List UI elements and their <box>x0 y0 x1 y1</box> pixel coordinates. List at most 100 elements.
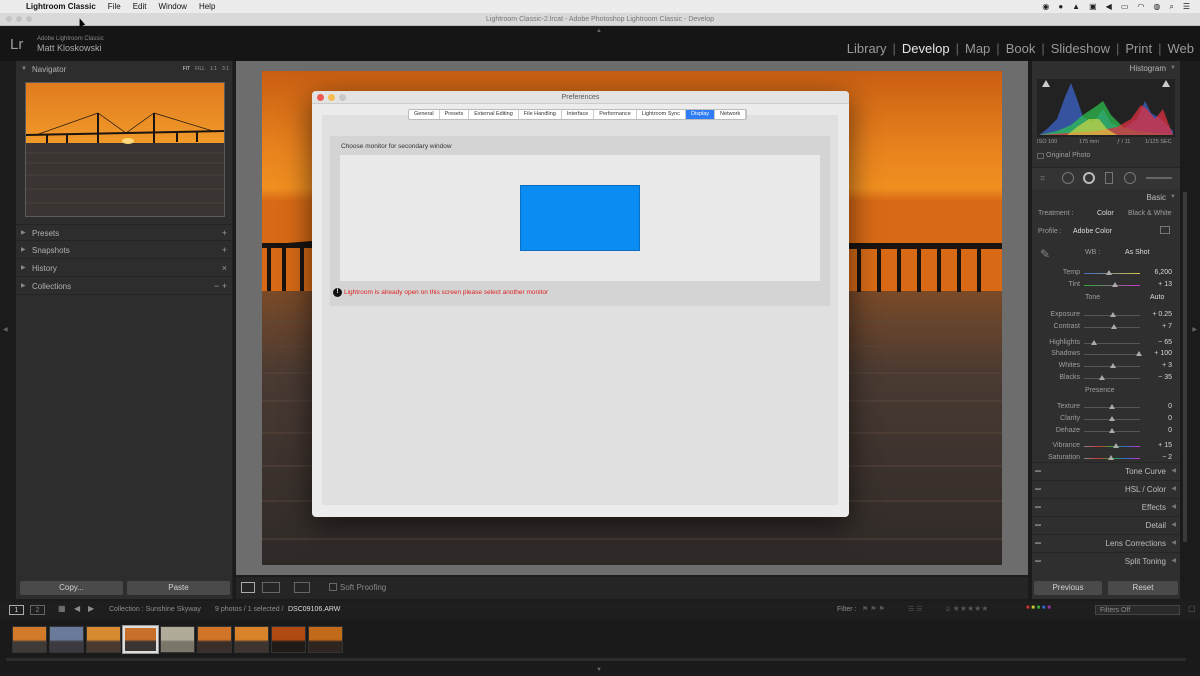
treatment-bw[interactable]: Black & White <box>1128 210 1172 217</box>
list-icon[interactable]: ☰ <box>1183 2 1190 11</box>
collections-actions-icon[interactable]: − + <box>214 278 227 295</box>
spot-removal-icon[interactable] <box>1062 172 1074 184</box>
dehaze-slider-handle[interactable] <box>1109 428 1115 433</box>
monitor-screen[interactable] <box>520 185 640 251</box>
presets-header[interactable]: ▶ Presets + <box>16 224 233 241</box>
selected-filename[interactable]: DSC09106.ARW <box>288 606 340 613</box>
search-icon[interactable]: ⌕ <box>1169 2 1173 12</box>
highlights-slider-handle[interactable] <box>1090 340 1097 345</box>
notification-icon[interactable]: ▲ <box>1072 2 1080 11</box>
display-icon[interactable]: ▭ <box>1121 2 1129 11</box>
shadows-slider[interactable] <box>1084 354 1140 355</box>
eye-icon[interactable]: ▬ <box>1035 535 1041 552</box>
drop-icon[interactable]: ● <box>1058 2 1063 11</box>
paste-button[interactable]: Paste <box>127 581 230 595</box>
grid-icon[interactable]: ▦ <box>58 604 66 613</box>
menu-window[interactable]: Window <box>158 2 186 11</box>
dialog-titlebar[interactable]: Preferences <box>312 91 849 104</box>
temp-slider-handle[interactable] <box>1106 270 1113 275</box>
vibrance-value[interactable]: + 15 <box>1142 442 1172 449</box>
tab-general[interactable]: General <box>409 110 440 119</box>
filmstrip-thumbnail[interactable] <box>234 626 269 653</box>
tab-interface[interactable]: Interface <box>562 110 595 119</box>
user-icon[interactable]: ◍ <box>1153 2 1160 11</box>
collapse-icon[interactable]: ▼ <box>1170 194 1176 200</box>
blacks-slider[interactable] <box>1084 378 1140 379</box>
collections-header[interactable]: ▶ Collections − + <box>16 278 233 295</box>
texture-slider-handle[interactable] <box>1109 404 1115 409</box>
soft-proofing-checkbox[interactable] <box>329 583 337 591</box>
module-map[interactable]: Map <box>965 41 990 56</box>
section-effects[interactable]: ▬ Effects ◀ <box>1032 498 1180 515</box>
menu-help[interactable]: Help <box>199 2 215 11</box>
basic-title[interactable]: Basic <box>1146 193 1166 202</box>
bottom-panel-toggle-icon[interactable]: ▼ <box>596 667 602 673</box>
original-photo-checkbox[interactable] <box>1037 153 1044 159</box>
shadows-value[interactable]: + 100 <box>1142 350 1172 357</box>
forward-arrow-icon[interactable]: ▶ <box>88 604 94 613</box>
wb-eyedropper-icon[interactable]: ✎ <box>1040 247 1050 261</box>
filmstrip-thumbnail[interactable] <box>197 626 232 653</box>
previous-button[interactable]: Previous <box>1034 581 1102 595</box>
window-controls[interactable] <box>6 16 32 22</box>
eye-icon[interactable]: ▬ <box>1035 481 1041 498</box>
module-book[interactable]: Book <box>1006 41 1036 56</box>
minimize-icon[interactable] <box>328 94 335 101</box>
menu-app-name[interactable]: Lightroom Classic <box>26 2 96 11</box>
whites-slider-handle[interactable] <box>1109 363 1116 368</box>
menu-file[interactable]: File <box>108 2 121 11</box>
saturation-slider-handle[interactable] <box>1108 455 1115 460</box>
menu-edit[interactable]: Edit <box>133 2 147 11</box>
zoom-icon[interactable] <box>339 94 346 101</box>
close-icon[interactable] <box>317 94 324 101</box>
module-develop[interactable]: Develop <box>902 41 950 56</box>
tab-network[interactable]: Network <box>715 110 747 119</box>
exposure-value[interactable]: + 0.25 <box>1142 311 1172 318</box>
contrast-slider-handle[interactable] <box>1110 324 1117 329</box>
module-web[interactable]: Web <box>1168 41 1195 56</box>
add-snapshot-icon[interactable]: + <box>222 242 227 259</box>
whites-value[interactable]: + 3 <box>1142 362 1172 369</box>
blacks-value[interactable]: − 35 <box>1142 374 1172 381</box>
collapse-icon[interactable]: ▼ <box>1170 65 1176 71</box>
before-after-icon[interactable] <box>262 582 280 593</box>
tab-lightroom-sync[interactable]: Lightroom Sync <box>637 110 686 119</box>
tint-value[interactable]: + 13 <box>1142 281 1172 288</box>
red-eye-icon[interactable] <box>1083 172 1095 184</box>
dehaze-value[interactable]: 0 <box>1142 427 1172 434</box>
radial-filter-icon[interactable] <box>1124 172 1136 184</box>
module-print[interactable]: Print <box>1125 41 1152 56</box>
tint-slider-handle[interactable] <box>1111 282 1118 287</box>
zoom-fill[interactable]: FILL <box>195 61 205 78</box>
lock-icon[interactable]: ▢ <box>1188 604 1196 613</box>
back-arrow-icon[interactable]: ◀ <box>74 604 80 613</box>
add-preset-icon[interactable]: + <box>222 225 227 242</box>
clarity-value[interactable]: 0 <box>1142 415 1172 422</box>
wb-value[interactable]: As Shot <box>1125 249 1150 256</box>
clarity-slider-handle[interactable] <box>1109 416 1115 421</box>
shadows-slider-handle[interactable] <box>1135 351 1142 356</box>
section-tone-curve[interactable]: ▬ Tone Curve ◀ <box>1032 462 1180 479</box>
filmstrip-thumbnail[interactable] <box>12 626 47 653</box>
zoom-3to1[interactable]: 3:1 <box>222 61 229 78</box>
tab-performance[interactable]: Performance <box>594 110 637 119</box>
before-after-mode-icon[interactable] <box>294 582 310 593</box>
reset-button[interactable]: Reset <box>1108 581 1178 595</box>
secondary-window-button[interactable]: 2 <box>30 605 45 615</box>
profile-value[interactable]: Adobe Color <box>1073 228 1112 235</box>
treatment-color[interactable]: Color <box>1097 210 1114 217</box>
filmstrip-thumbnail[interactable] <box>86 626 121 653</box>
temp-value[interactable]: 6,200 <box>1142 269 1172 276</box>
filter-preset-select[interactable]: Filters Off <box>1095 605 1180 615</box>
adjustment-brush-icon[interactable] <box>1146 177 1172 179</box>
profile-browser-icon[interactable] <box>1160 226 1170 234</box>
top-panel-toggle-icon[interactable]: ▲ <box>596 28 602 34</box>
section-detail[interactable]: ▬ Detail ◀ <box>1032 516 1180 533</box>
edit-filter-icons[interactable]: ☰ ☰ <box>908 605 923 613</box>
section-split-toning[interactable]: ▬ Split Toning ◀ <box>1032 552 1180 569</box>
section-lens-corrections[interactable]: ▬ Lens Corrections ◀ <box>1032 534 1180 551</box>
history-header[interactable]: ▶ History × <box>16 260 233 277</box>
histogram-graph[interactable] <box>1037 79 1175 137</box>
blacks-slider-handle[interactable] <box>1098 375 1105 380</box>
section-hsl[interactable]: ▬ HSL / Color ◀ <box>1032 480 1180 497</box>
